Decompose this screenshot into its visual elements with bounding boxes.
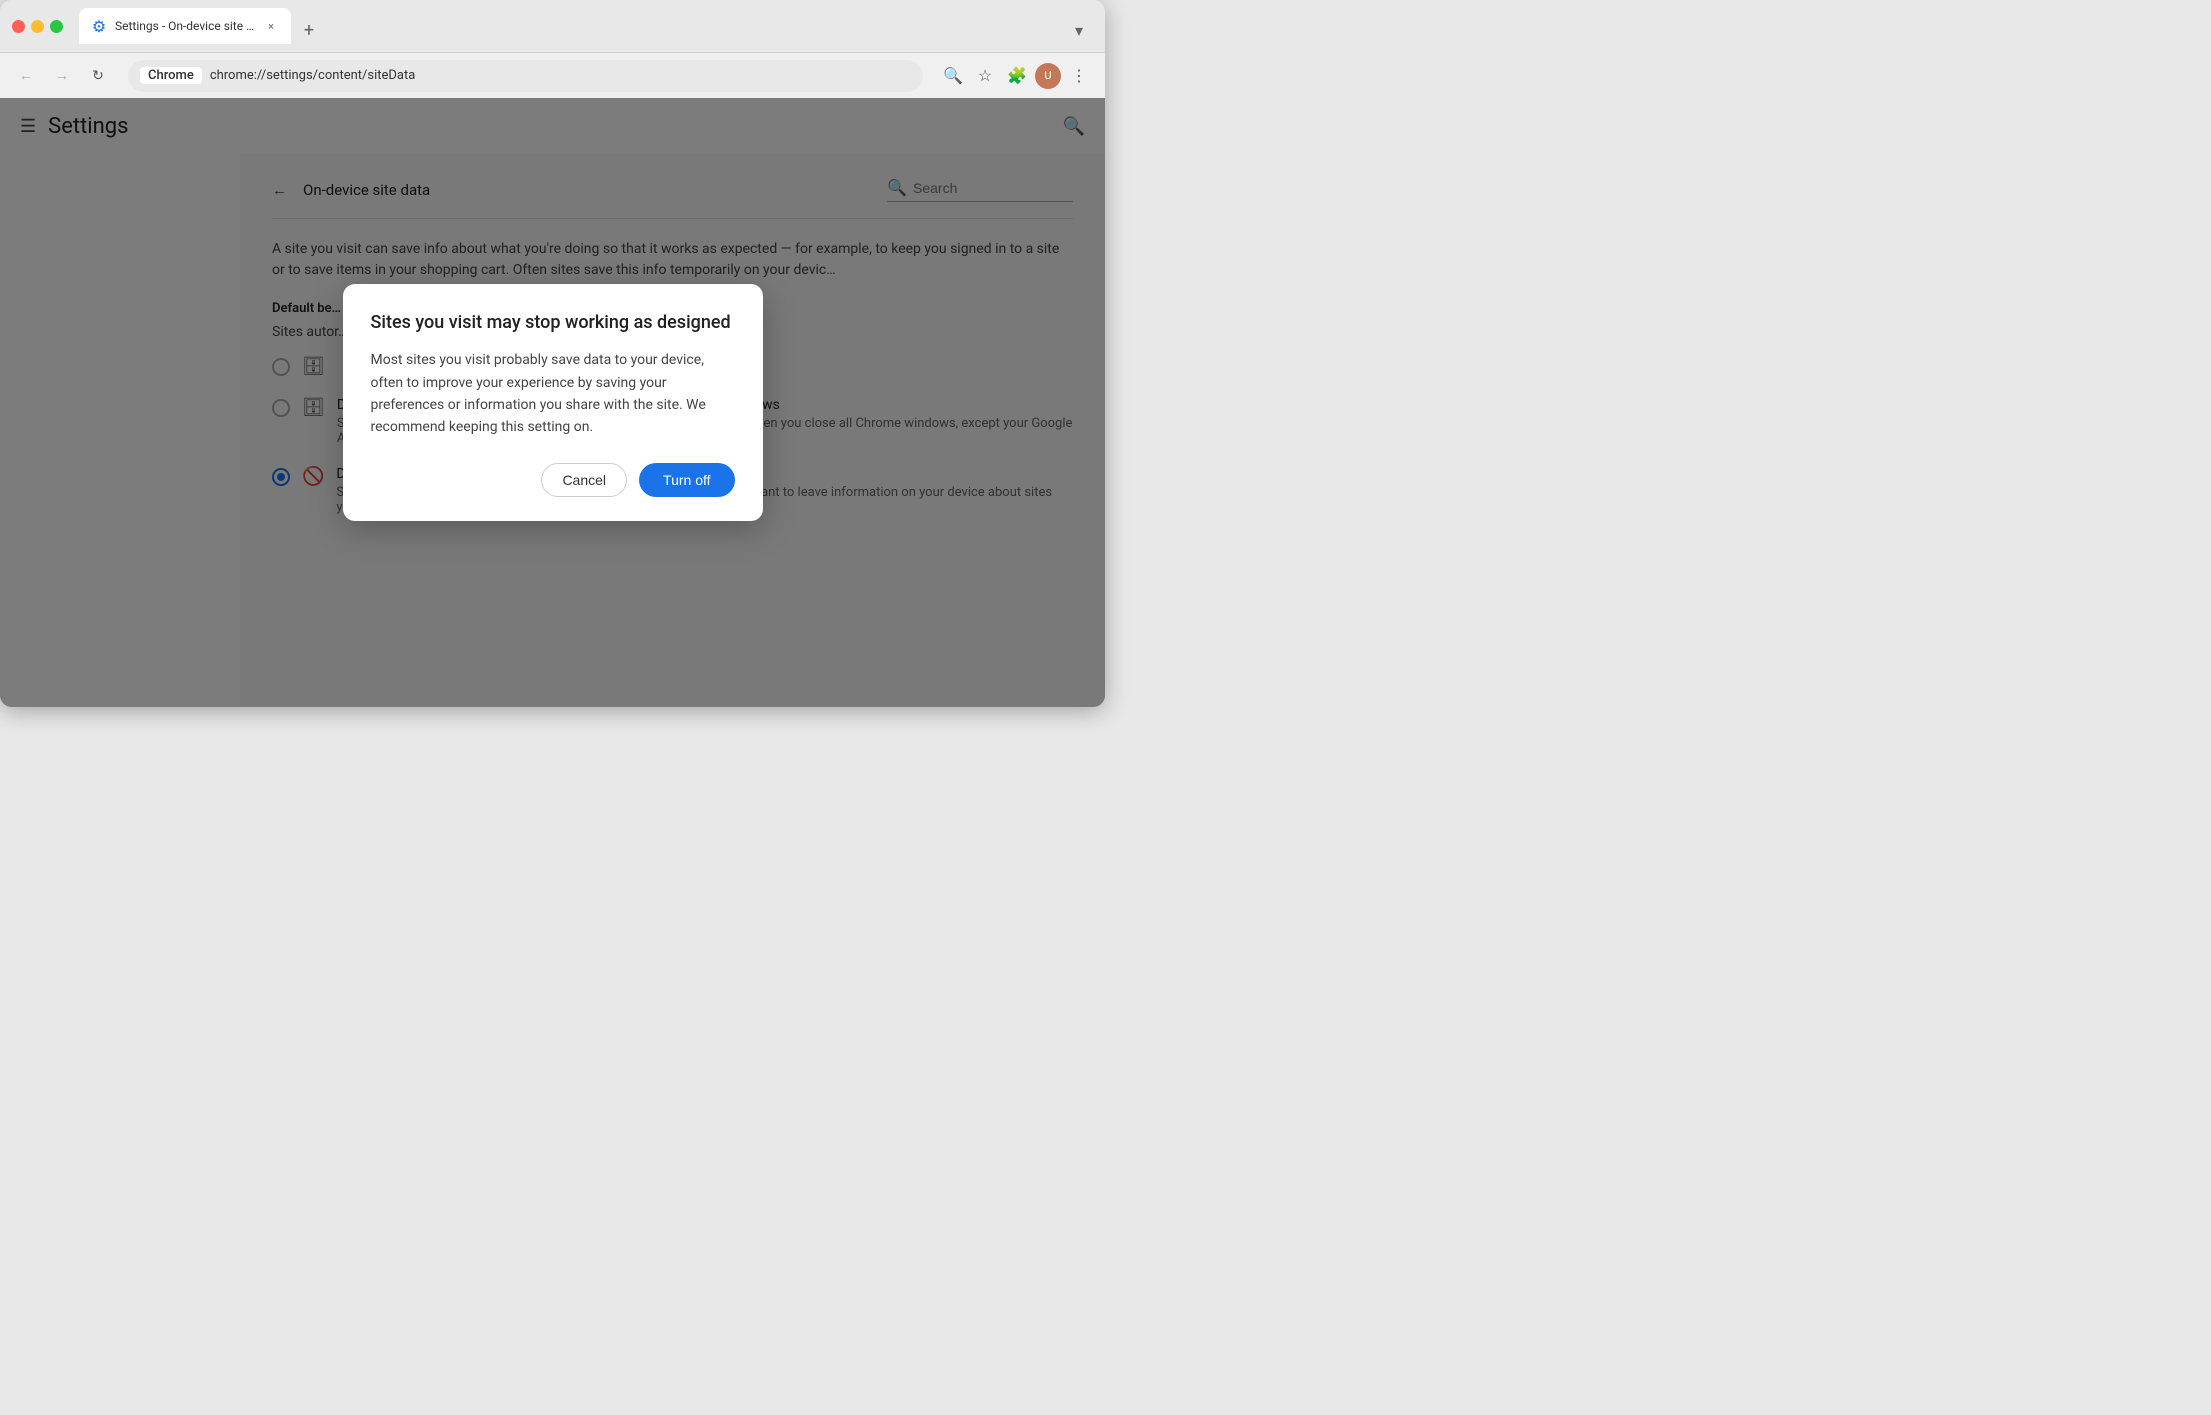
confirmation-modal: Sites you visit may stop working as desi… xyxy=(343,284,763,521)
forward-button[interactable]: → xyxy=(48,62,76,90)
close-window-button[interactable] xyxy=(12,20,25,33)
tab-bar: ⚙ Settings - On-device site da… × + ▾ xyxy=(79,8,1093,44)
modal-overlay: Sites you visit may stop working as desi… xyxy=(0,98,1105,707)
cancel-button[interactable]: Cancel xyxy=(541,463,627,497)
zoom-button[interactable]: 🔍 xyxy=(939,62,967,90)
modal-actions: Cancel Turn off xyxy=(371,463,735,497)
tab-close-button[interactable]: × xyxy=(263,18,279,34)
nav-bar: ← → ↻ Chrome chrome://settings/content/s… xyxy=(0,52,1105,98)
tab-title: Settings - On-device site da… xyxy=(115,19,255,33)
chrome-brand-label: Chrome xyxy=(140,67,202,84)
refresh-button[interactable]: ↻ xyxy=(84,62,112,90)
avatar[interactable]: U xyxy=(1035,63,1061,89)
active-tab[interactable]: ⚙ Settings - On-device site da… × xyxy=(79,8,291,44)
url-display: chrome://settings/content/siteData xyxy=(210,68,911,83)
back-button[interactable]: ← xyxy=(12,62,40,90)
browser-window: ⚙ Settings - On-device site da… × + ▾ ← … xyxy=(0,0,1105,707)
traffic-lights xyxy=(12,20,63,33)
title-bar: ⚙ Settings - On-device site da… × + ▾ xyxy=(0,0,1105,52)
modal-body: Most sites you visit probably save data … xyxy=(371,349,735,439)
turn-off-button[interactable]: Turn off xyxy=(639,463,734,497)
modal-title: Sites you visit may stop working as desi… xyxy=(371,312,735,333)
chrome-menu-button[interactable]: ⋮ xyxy=(1065,62,1093,90)
minimize-window-button[interactable] xyxy=(31,20,44,33)
tab-favicon-icon: ⚙ xyxy=(91,18,107,34)
address-bar[interactable]: Chrome chrome://settings/content/siteDat… xyxy=(128,60,923,92)
new-tab-button[interactable]: + xyxy=(295,16,323,44)
extensions-button[interactable]: 🧩 xyxy=(1003,62,1031,90)
maximize-window-button[interactable] xyxy=(50,20,63,33)
bookmark-button[interactable]: ☆ xyxy=(971,62,999,90)
tab-dropdown-button[interactable]: ▾ xyxy=(1065,16,1093,44)
page-content: ☰ Settings 🔍 ← On-device site data 🔍 xyxy=(0,98,1105,707)
nav-icons: 🔍 ☆ 🧩 U ⋮ xyxy=(939,62,1093,90)
